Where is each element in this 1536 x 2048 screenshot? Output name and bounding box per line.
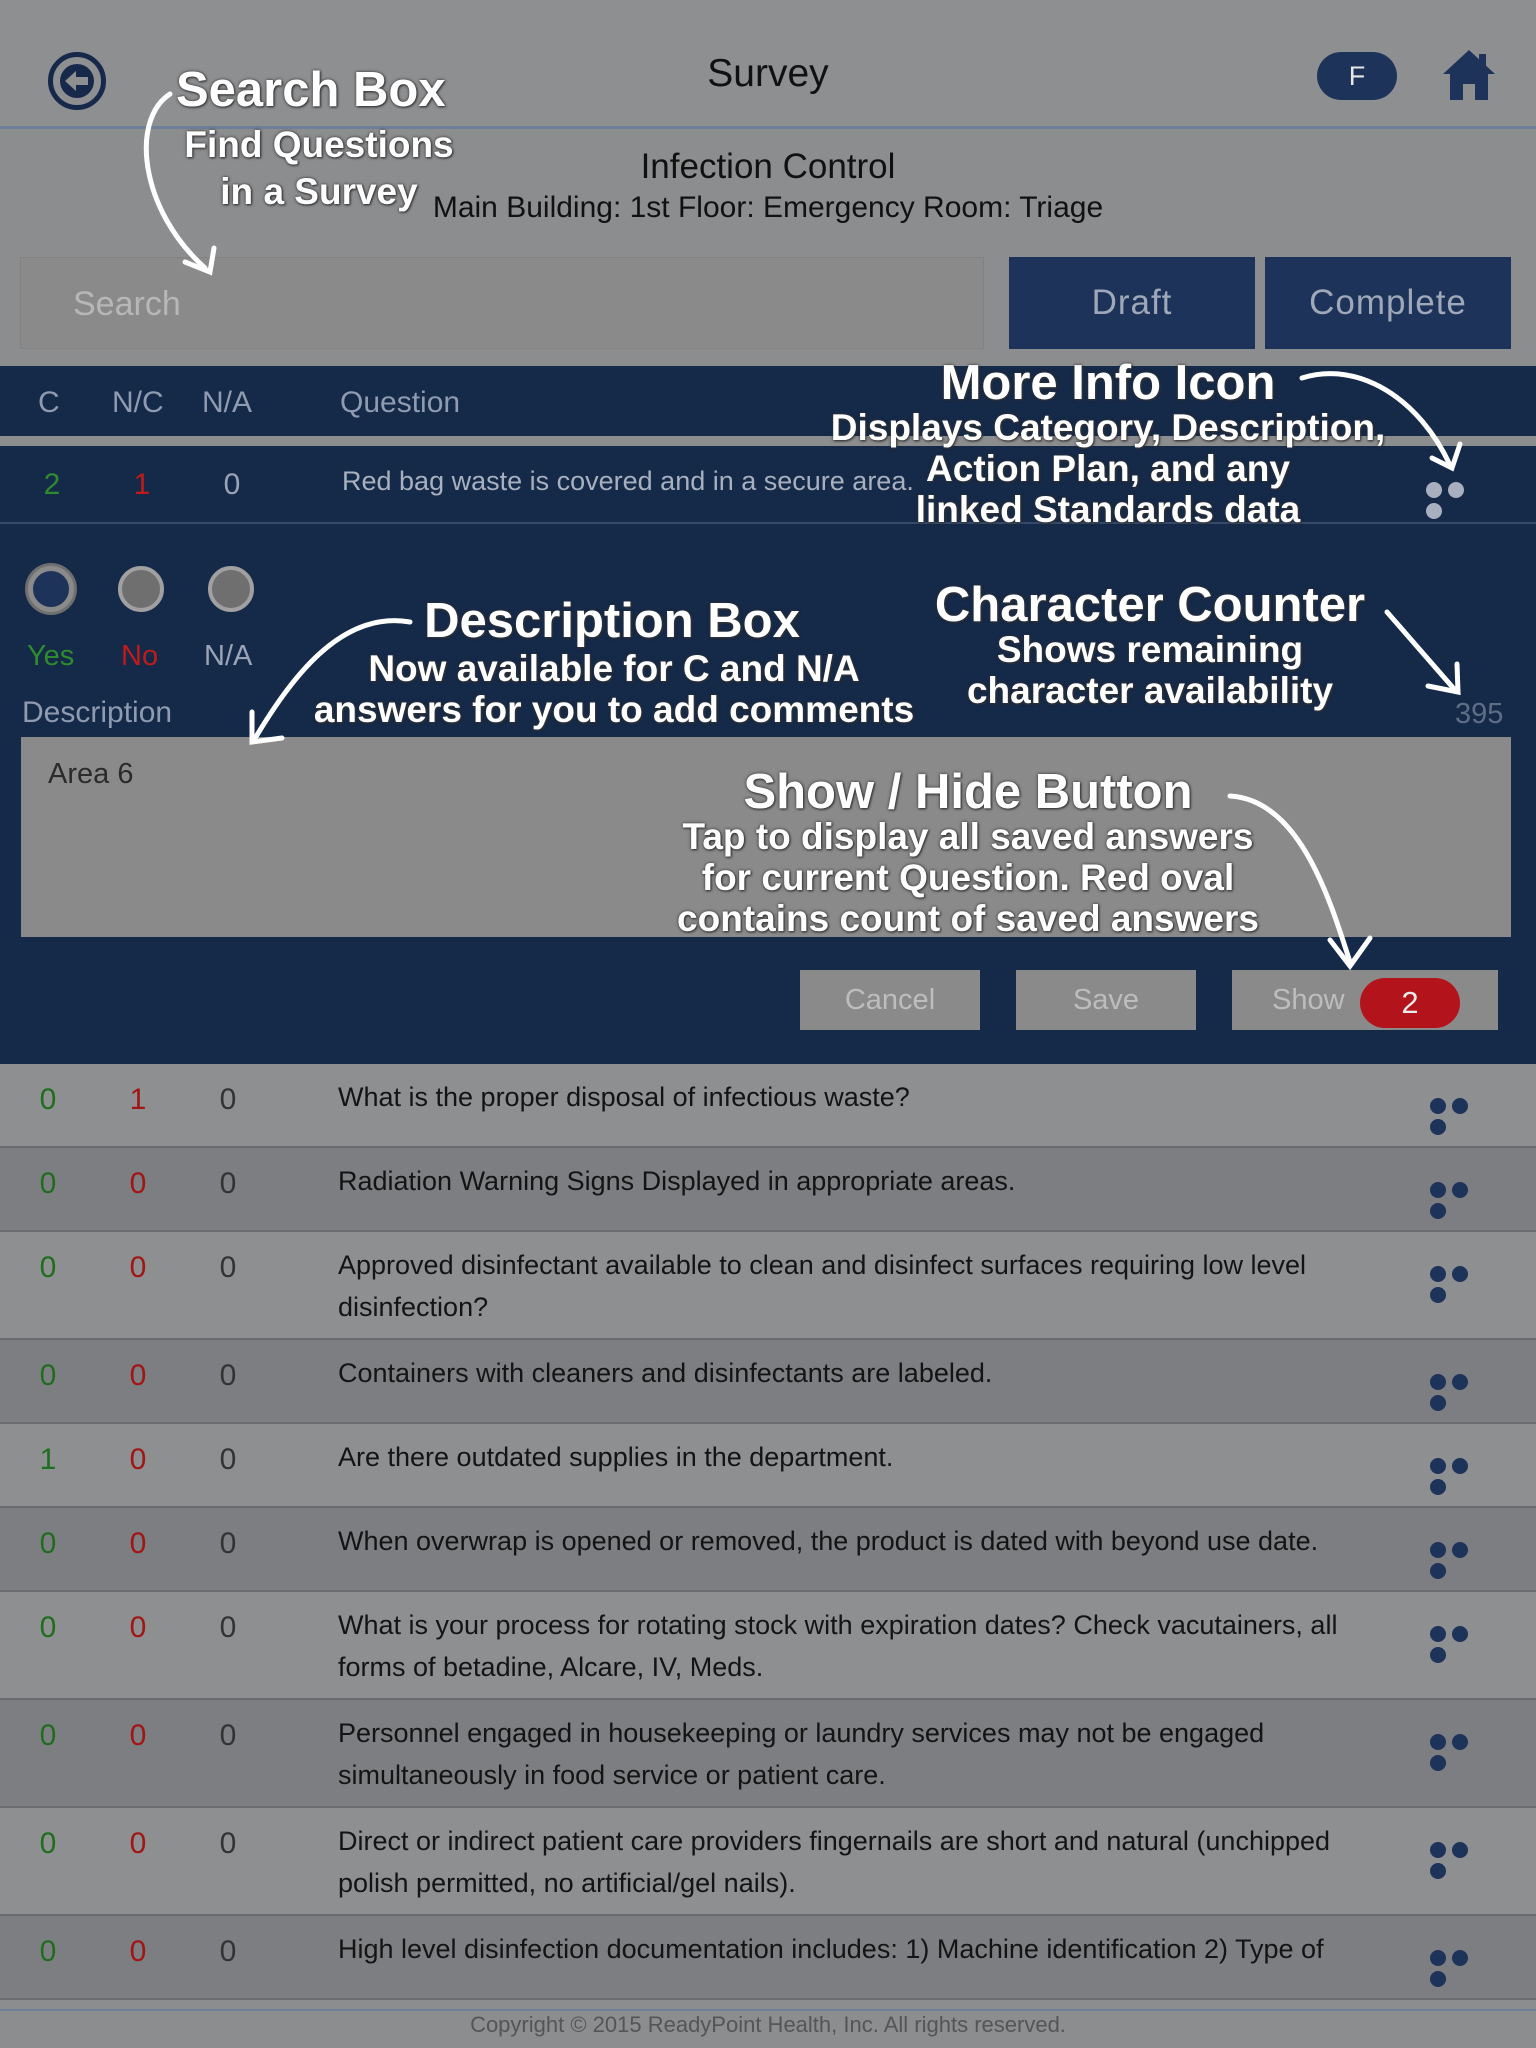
copyright-footer: Copyright © 2015 ReadyPoint Health, Inc.… (470, 2012, 1066, 2037)
footer-divider (0, 2009, 1536, 2011)
annotation-arrows (143, 91, 1463, 971)
